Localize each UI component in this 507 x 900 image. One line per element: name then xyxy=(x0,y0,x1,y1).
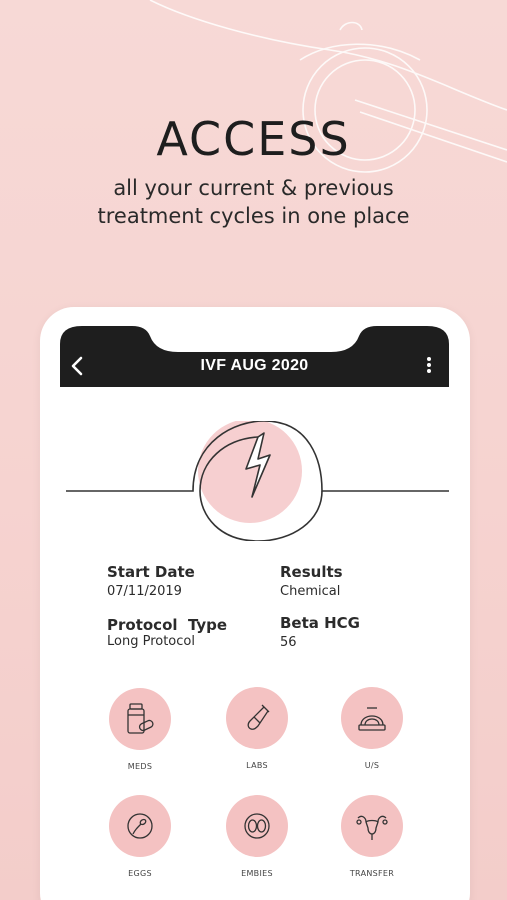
transfer-label: TRANSFER xyxy=(349,869,395,878)
start-date-block: Start Date 07/11/2019 xyxy=(107,563,195,599)
more-options-button[interactable] xyxy=(421,355,437,377)
beta-hcg-block: Beta HCG 56 xyxy=(280,614,360,650)
embryo-icon xyxy=(244,813,270,839)
embies-label: EMBIES xyxy=(241,869,273,878)
meds-button[interactable]: MEDS xyxy=(95,688,185,771)
results-block: Results Chemical xyxy=(280,563,343,599)
app-bar: IVF AUG 2020 xyxy=(60,326,449,387)
cycle-progress-graphic xyxy=(66,421,449,541)
embies-button[interactable]: EMBIES xyxy=(212,795,302,878)
results-value: Chemical xyxy=(280,584,341,599)
transfer-button[interactable]: TRANSFER xyxy=(327,795,417,878)
ultrasound-button[interactable]: U/S xyxy=(327,687,417,770)
meds-label: MEDS xyxy=(127,762,153,771)
ultrasound-label: U/S xyxy=(364,761,380,770)
uterus-icon xyxy=(356,815,388,840)
more-vertical-icon xyxy=(421,357,437,373)
app-screen: IVF AUG 2020 Start Date 07/11/2019 Resul… xyxy=(60,326,449,900)
pill-bottle-icon xyxy=(127,703,154,734)
labs-button[interactable]: LABS xyxy=(212,687,302,770)
eggs-label: EGGS xyxy=(128,869,152,878)
test-tube-icon xyxy=(247,704,270,730)
protocol-type-block: Protocol Type Long Protocol xyxy=(107,616,227,649)
start-date-label: Start Date xyxy=(107,563,195,581)
egg-sperm-icon xyxy=(127,813,153,839)
labs-label: LABS xyxy=(246,761,268,770)
protocol-type-value: Long Protocol xyxy=(107,634,195,649)
hero-subtitle-line1: all your current & previous xyxy=(113,176,394,200)
hero-subtitle-line2: treatment cycles in one place xyxy=(97,204,410,228)
beta-hcg-label: Beta HCG xyxy=(280,614,360,632)
hero-title: ACCESS xyxy=(156,112,351,166)
results-label: Results xyxy=(280,563,343,581)
eggs-button[interactable]: EGGS xyxy=(95,795,185,878)
start-date-value: 07/11/2019 xyxy=(107,584,182,599)
cycle-title: IVF AUG 2020 xyxy=(200,357,309,374)
protocol-type-label: Protocol Type xyxy=(107,616,228,634)
beta-hcg-value: 56 xyxy=(280,635,297,650)
ultrasound-icon xyxy=(358,707,386,731)
